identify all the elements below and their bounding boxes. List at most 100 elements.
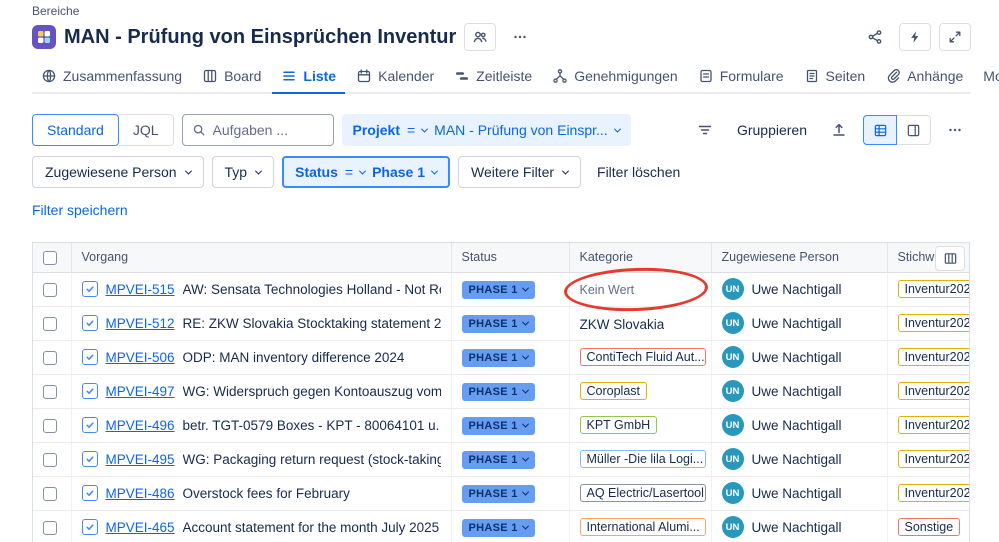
assignee-name[interactable]: Uwe Nachtigall bbox=[752, 316, 842, 331]
group-by-button[interactable]: Gruppieren bbox=[729, 114, 815, 146]
assignee-filter-dropdown[interactable]: Zugewiesene Person bbox=[32, 156, 204, 188]
assignee-name[interactable]: Uwe Nachtigall bbox=[752, 418, 842, 433]
tab-anhaenge[interactable]: Anhänge bbox=[876, 60, 972, 94]
status-dropdown[interactable]: PHASE 1 bbox=[461, 416, 535, 435]
export-button[interactable] bbox=[823, 116, 855, 144]
column-header-status[interactable]: Status bbox=[451, 243, 570, 273]
table-row[interactable]: MPVEI-486 Overstock fees for February PH… bbox=[33, 476, 969, 511]
tab-genehmigungen[interactable]: Genehmigungen bbox=[543, 60, 687, 94]
category-value[interactable]: International Alumi... bbox=[579, 518, 706, 537]
issue-summary[interactable]: RE: ZKW Slovakia Stocktaking statement 2… bbox=[183, 316, 441, 331]
issue-summary[interactable]: AW: Sensata Technologies Holland - Not R… bbox=[183, 282, 441, 297]
grid-view-button[interactable] bbox=[863, 115, 897, 145]
status-filter-pill[interactable]: Status = Phase 1 bbox=[282, 156, 451, 188]
share-button[interactable] bbox=[859, 23, 891, 51]
breadcrumb[interactable]: Bereiche bbox=[32, 4, 971, 18]
label-tag[interactable]: Inventur2024 bbox=[897, 348, 969, 367]
table-row[interactable]: MPVEI-506 ODP: MAN inventory difference … bbox=[33, 340, 969, 375]
status-dropdown[interactable]: PHASE 1 bbox=[461, 518, 535, 537]
column-header-issue[interactable]: Vorgang bbox=[71, 243, 452, 273]
issue-key-link[interactable]: MPVEI-506 bbox=[106, 350, 175, 365]
row-checkbox[interactable] bbox=[43, 487, 57, 502]
issue-summary[interactable]: Account statement for the month July 202… bbox=[183, 520, 440, 535]
status-dropdown[interactable]: PHASE 1 bbox=[461, 450, 535, 469]
issue-summary[interactable]: betr. TGT-0579 Boxes - KPT - 80064101 u.… bbox=[183, 418, 441, 433]
label-tag[interactable]: Inventur2024 bbox=[897, 416, 969, 435]
category-value[interactable]: Coroplast bbox=[579, 382, 647, 401]
label-tag[interactable]: Sonstige bbox=[897, 518, 961, 537]
tab-board[interactable]: Board bbox=[193, 60, 270, 94]
select-all-checkbox[interactable] bbox=[43, 250, 57, 265]
tab-zeitleiste[interactable]: Zeitleiste bbox=[445, 60, 541, 94]
fullscreen-button[interactable] bbox=[939, 23, 971, 51]
table-row[interactable]: MPVEI-512 RE: ZKW Slovakia Stocktaking s… bbox=[33, 306, 969, 341]
table-row[interactable]: MPVEI-496 betr. TGT-0579 Boxes - KPT - 8… bbox=[33, 408, 969, 443]
row-checkbox[interactable] bbox=[43, 283, 57, 298]
category-value[interactable]: ContiTech Fluid Aut... bbox=[579, 348, 706, 367]
assignee-name[interactable]: Uwe Nachtigall bbox=[752, 486, 842, 501]
category-value[interactable]: ZKW Slovakia bbox=[580, 317, 665, 332]
status-dropdown[interactable]: PHASE 1 bbox=[461, 280, 535, 299]
status-dropdown[interactable]: PHASE 1 bbox=[461, 382, 535, 401]
automation-button[interactable] bbox=[899, 23, 931, 51]
assignee-name[interactable]: Uwe Nachtigall bbox=[752, 350, 842, 365]
row-checkbox[interactable] bbox=[43, 521, 57, 536]
tab-seiten[interactable]: Seiten bbox=[795, 60, 875, 94]
label-tag[interactable]: Inventur2024 bbox=[897, 382, 969, 401]
category-value[interactable]: Kein Wert bbox=[580, 283, 635, 297]
tab-more[interactable]: More 3 bbox=[974, 59, 999, 94]
tab-kalender[interactable]: Kalender bbox=[347, 60, 443, 94]
issue-key-link[interactable]: MPVEI-512 bbox=[106, 316, 175, 331]
label-tag[interactable]: Inventur2025 bbox=[897, 280, 969, 299]
row-checkbox[interactable] bbox=[43, 351, 57, 366]
label-tag[interactable]: Inventur2024 bbox=[897, 314, 969, 333]
issue-key-link[interactable]: MPVEI-486 bbox=[106, 486, 175, 501]
search-input[interactable] bbox=[212, 122, 324, 138]
row-checkbox[interactable] bbox=[43, 419, 57, 434]
assignee-name[interactable]: Uwe Nachtigall bbox=[752, 520, 842, 535]
column-header-assignee[interactable]: Zugewiesene Person bbox=[711, 243, 888, 273]
tab-liste[interactable]: Liste bbox=[272, 60, 346, 94]
category-value[interactable]: AQ Electric/Lasertool bbox=[579, 484, 706, 503]
filter-settings-button[interactable] bbox=[689, 116, 721, 144]
label-tag[interactable]: Inventur2024 bbox=[897, 484, 969, 503]
clear-filters-button[interactable]: Filter löschen bbox=[589, 156, 688, 188]
title-more-button[interactable] bbox=[504, 23, 536, 51]
issue-key-link[interactable]: MPVEI-495 bbox=[106, 452, 175, 467]
issue-summary[interactable]: WG: Packaging return request (stock-taki… bbox=[183, 452, 441, 467]
category-value[interactable]: Müller -Die lila Logi... bbox=[579, 450, 706, 469]
jql-mode-button[interactable]: JQL bbox=[118, 114, 174, 146]
issue-key-link[interactable]: MPVEI-497 bbox=[106, 384, 175, 399]
type-filter-dropdown[interactable]: Typ bbox=[211, 156, 275, 188]
table-row[interactable]: MPVEI-515 AW: Sensata Technologies Holla… bbox=[33, 265, 969, 314]
table-row[interactable]: MPVEI-497 WG: Widerspruch gegen Kontoaus… bbox=[33, 374, 969, 409]
assignee-name[interactable]: Uwe Nachtigall bbox=[752, 452, 842, 467]
status-dropdown[interactable]: PHASE 1 bbox=[461, 314, 535, 333]
table-row[interactable]: MPVEI-495 WG: Packaging return request (… bbox=[33, 442, 969, 477]
table-row[interactable]: MPVEI-465 Account statement for the mont… bbox=[33, 510, 969, 542]
row-checkbox[interactable] bbox=[43, 453, 57, 468]
toolbar-more-button[interactable] bbox=[939, 116, 971, 144]
column-header-category[interactable]: Kategorie bbox=[569, 243, 712, 273]
project-filter-pill[interactable]: Projekt = MAN - Prüfung von Einspr... bbox=[341, 114, 631, 146]
row-checkbox[interactable] bbox=[43, 385, 57, 400]
assignee-name[interactable]: Uwe Nachtigall bbox=[752, 384, 842, 399]
issue-key-link[interactable]: MPVEI-515 bbox=[106, 282, 175, 297]
members-button[interactable] bbox=[464, 23, 497, 51]
more-filters-dropdown[interactable]: Weitere Filter bbox=[458, 156, 582, 188]
issue-key-link[interactable]: MPVEI-496 bbox=[106, 418, 175, 433]
issue-summary[interactable]: Overstock fees for February bbox=[183, 486, 350, 501]
issue-summary[interactable]: WG: Widerspruch gegen Kontoauszug vom 2.… bbox=[183, 384, 441, 399]
category-value[interactable]: KPT GmbH bbox=[579, 416, 658, 435]
issue-key-link[interactable]: MPVEI-465 bbox=[106, 520, 175, 535]
standard-mode-button[interactable]: Standard bbox=[32, 114, 119, 146]
tab-zusammenfassung[interactable]: Zusammenfassung bbox=[32, 60, 191, 94]
status-dropdown[interactable]: PHASE 1 bbox=[461, 484, 535, 503]
assignee-name[interactable]: Uwe Nachtigall bbox=[752, 282, 842, 297]
save-filter-link[interactable]: Filter speichern bbox=[32, 202, 128, 218]
tab-formulare[interactable]: Formulare bbox=[689, 60, 793, 94]
issue-summary[interactable]: ODP: MAN inventory difference 2024 bbox=[183, 350, 405, 365]
label-tag[interactable]: Inventur2025 bbox=[897, 450, 969, 469]
split-view-button[interactable] bbox=[897, 115, 931, 145]
status-dropdown[interactable]: PHASE 1 bbox=[461, 348, 535, 367]
